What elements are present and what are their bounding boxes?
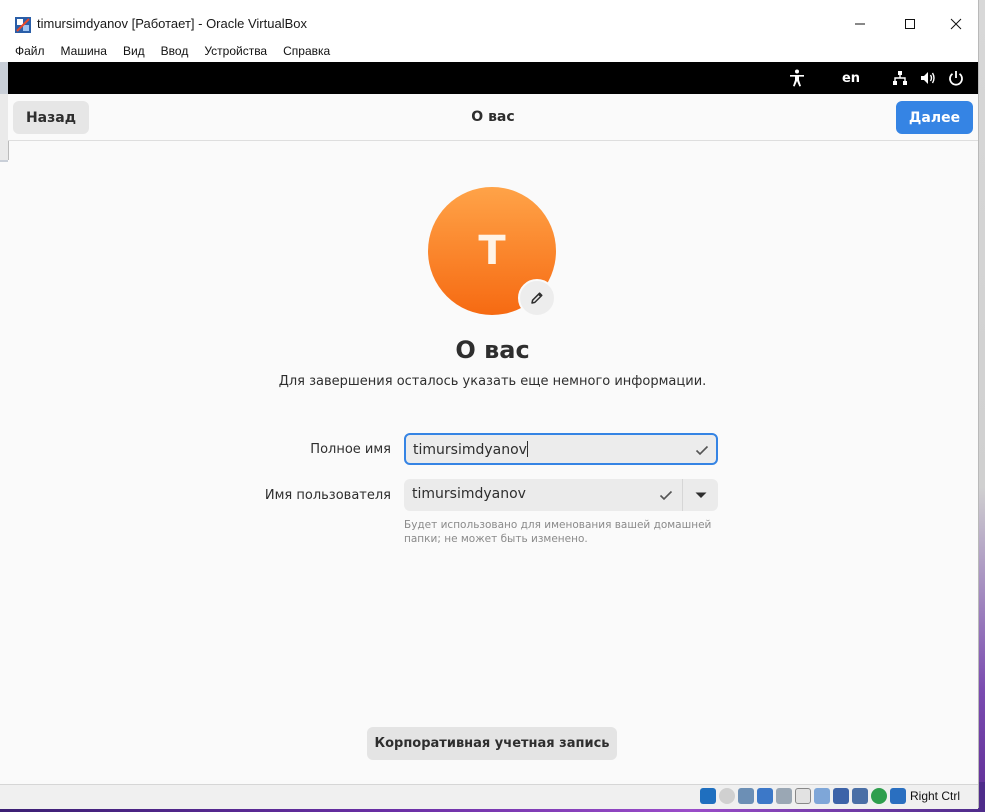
close-icon <box>950 18 962 30</box>
device-indicators <box>700 788 906 804</box>
menu-input[interactable]: Ввод <box>153 44 197 58</box>
usb-icon[interactable] <box>776 788 792 804</box>
menu-file[interactable]: Файл <box>0 44 53 58</box>
fullname-input[interactable]: timursimdyanov <box>404 433 718 465</box>
volume-status[interactable] <box>918 68 938 88</box>
network-adapter-icon[interactable] <box>757 788 773 804</box>
avatar-edit-button[interactable] <box>518 279 556 317</box>
shared-folders-icon[interactable] <box>795 788 811 804</box>
maximize-icon <box>905 19 915 29</box>
accessibility-menu[interactable] <box>787 68 807 88</box>
cpu-activity-icon[interactable] <box>871 788 887 804</box>
menu-devices[interactable]: Устройства <box>196 44 275 58</box>
menu-bar: Файл Машина Вид Ввод Устройства Справка <box>0 40 978 62</box>
power-menu[interactable] <box>946 68 966 88</box>
window-title: timursimdyanov [Работает] - Oracle Virtu… <box>37 16 307 31</box>
display-icon[interactable] <box>814 788 830 804</box>
virtualbox-app-icon <box>15 17 31 33</box>
avatar-initial: T <box>478 228 506 274</box>
next-button[interactable]: Далее <box>896 101 973 134</box>
close-button[interactable] <box>933 8 979 40</box>
virtualbox-window: timursimdyanov [Работает] - Oracle Virtu… <box>0 0 979 809</box>
valid-check-icon <box>695 445 709 456</box>
accessibility-icon <box>790 69 804 87</box>
minimize-button[interactable] <box>837 8 883 40</box>
header-bar: Назад О вас Далее <box>8 94 978 141</box>
page-title: О вас <box>455 336 530 364</box>
page-subtitle: Для завершения осталось указать еще немн… <box>278 374 707 389</box>
chevron-down-icon <box>695 492 707 498</box>
harddisk-icon[interactable] <box>700 788 716 804</box>
guest-additions-icon[interactable] <box>852 788 868 804</box>
username-combobox[interactable]: timursimdyanov <box>404 479 718 511</box>
volume-icon <box>921 72 935 84</box>
text-cursor <box>526 441 528 457</box>
audio-icon[interactable] <box>738 788 754 804</box>
fullname-label: Полное имя <box>310 442 391 457</box>
power-icon <box>949 71 963 86</box>
recording-icon[interactable] <box>833 788 849 804</box>
mouse-integration-icon[interactable] <box>890 788 906 804</box>
minimize-icon <box>855 23 865 25</box>
fullname-value: timursimdyanov <box>413 441 528 458</box>
virtualbox-status-bar: Right Ctrl <box>0 784 978 809</box>
valid-check-icon <box>659 490 673 501</box>
gnome-top-bar: en <box>8 62 978 94</box>
username-value: timursimdyanov <box>412 486 526 502</box>
combobox-separator <box>682 479 683 511</box>
username-hint: Будет использовано для именования вашей … <box>404 519 712 545</box>
optical-drive-icon[interactable] <box>719 788 735 804</box>
pencil-icon <box>531 292 543 304</box>
maximize-button[interactable] <box>887 8 933 40</box>
header-title: О вас <box>471 109 515 125</box>
network-status[interactable] <box>890 68 910 88</box>
network-icon <box>893 71 907 85</box>
menu-help[interactable]: Справка <box>275 44 338 58</box>
username-label: Имя пользователя <box>264 488 391 503</box>
menu-view[interactable]: Вид <box>115 44 153 58</box>
desktop-background-edge <box>978 0 985 812</box>
enterprise-login-button[interactable]: Корпоративная учетная запись <box>367 727 617 760</box>
menu-machine[interactable]: Машина <box>53 44 115 58</box>
keyboard-layout-indicator[interactable]: en <box>840 68 862 88</box>
username-dropdown-button[interactable] <box>684 479 718 511</box>
host-key-label: Right Ctrl <box>910 789 961 803</box>
